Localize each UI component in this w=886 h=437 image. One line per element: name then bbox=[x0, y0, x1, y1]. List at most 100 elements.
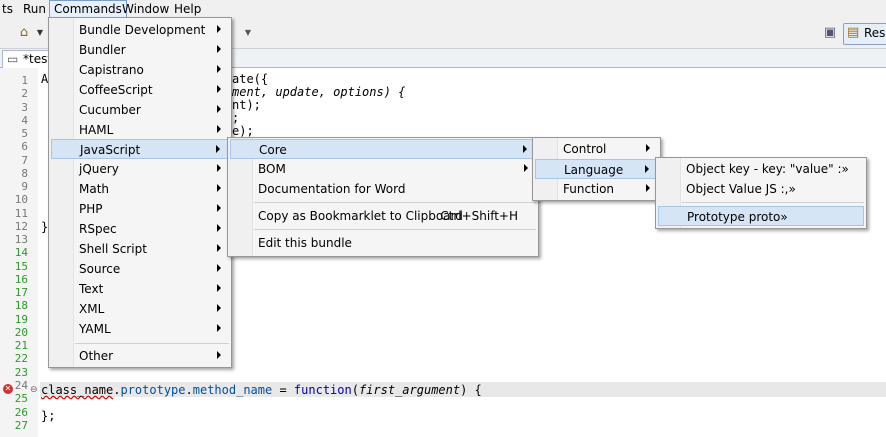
menu-item-label: Function bbox=[563, 182, 615, 196]
line-number: 16 bbox=[14, 272, 28, 286]
menu-item-label: Prototype proto» bbox=[687, 210, 788, 224]
menu-item-other[interactable]: Other bbox=[51, 346, 229, 366]
submenu-arrow-icon bbox=[217, 184, 221, 193]
line-number: 4 bbox=[21, 113, 28, 127]
submenu-arrow-icon bbox=[524, 164, 528, 172]
code-line-24: class_name.prototype.method_name = funct… bbox=[41, 384, 482, 397]
menu-item-label: Shell Script bbox=[79, 241, 147, 256]
line-number: 11 bbox=[14, 206, 28, 220]
menu-item-label: Edit this bundle bbox=[258, 236, 352, 250]
menu-item-label: Object key - key: "value" :» bbox=[686, 162, 849, 176]
line-number: 23 bbox=[14, 365, 28, 379]
menu-help[interactable]: Help bbox=[170, 1, 205, 17]
menu-item-label: Capistrano bbox=[79, 62, 144, 77]
code-token: ( bbox=[351, 383, 359, 397]
dropdown-arrow-icon[interactable]: ▼ bbox=[32, 25, 48, 41]
menu-item-control[interactable]: Control bbox=[535, 139, 658, 159]
menu-item-object-key[interactable]: Object key - key: "value" :» bbox=[658, 159, 864, 179]
line-number: 1 bbox=[21, 74, 28, 87]
menu-item-object-value[interactable]: Object Value JS :,» bbox=[658, 179, 864, 199]
core-submenu: Control Language Function bbox=[532, 137, 661, 201]
menu-item-label: JavaScript bbox=[80, 143, 141, 158]
menu-item-php[interactable]: PHP bbox=[51, 199, 229, 219]
submenu-arrow-icon bbox=[217, 283, 221, 292]
file-icon: ▭ bbox=[7, 52, 19, 66]
menu-item-label: RSpec bbox=[79, 222, 117, 236]
code-token: method_name bbox=[192, 383, 273, 397]
menu-item-core[interactable]: Core bbox=[230, 139, 536, 159]
menu-item-cucumber[interactable]: Cucumber bbox=[51, 100, 229, 120]
javascript-submenu: Core BOM Documentation for Word Copy as … bbox=[227, 137, 539, 257]
open-perspective-icon[interactable]: ▣ bbox=[822, 25, 838, 41]
menu-item-label: Object Value JS :,» bbox=[686, 182, 796, 196]
menu-item-math[interactable]: Math bbox=[51, 179, 229, 199]
error-marker-icon[interactable]: ✕ bbox=[3, 384, 13, 394]
menu-item-label: Language bbox=[564, 163, 624, 177]
menu-item-coffeescript[interactable]: CoffeeScript bbox=[51, 80, 229, 100]
submenu-arrow-icon bbox=[217, 263, 221, 272]
line-number: 17 bbox=[14, 286, 28, 300]
submenu-arrow-icon bbox=[523, 145, 527, 153]
menu-item-yaml[interactable]: YAML bbox=[51, 319, 229, 339]
new-project-icon[interactable]: ⌂ bbox=[16, 25, 32, 41]
submenu-arrow-icon bbox=[217, 204, 221, 213]
menu-item-capistrano[interactable]: Capistrano bbox=[51, 60, 229, 80]
menu-item-bundle-development[interactable]: Bundle Development bbox=[51, 20, 229, 40]
submenu-arrow-icon bbox=[217, 351, 221, 359]
menu-item-prototype[interactable]: Prototype proto» bbox=[658, 206, 864, 226]
menu-item-text[interactable]: Text bbox=[51, 279, 229, 299]
code-token: ) { bbox=[460, 383, 482, 397]
menu-item-label: Copy as Bookmarklet to Clipboard bbox=[258, 209, 463, 223]
menu-item-javascript[interactable]: JavaScript bbox=[51, 139, 229, 160]
menu-separator bbox=[75, 343, 229, 344]
line-number: 12 bbox=[14, 219, 28, 233]
dropdown-arrow-icon[interactable]: ▼ bbox=[240, 25, 256, 41]
submenu-arrow-icon bbox=[217, 44, 221, 53]
menu-item-function[interactable]: Function bbox=[535, 179, 658, 199]
menu-item-rspec[interactable]: RSpec bbox=[51, 219, 229, 239]
menu-bar: ts Run Commands Window Help bbox=[0, 0, 886, 18]
shortcut-label: Ctrl+Shift+H bbox=[440, 209, 518, 223]
menu-item-bom[interactable]: BOM bbox=[230, 159, 536, 179]
menu-item-haml[interactable]: HAML bbox=[51, 120, 229, 140]
menu-separator bbox=[682, 202, 864, 203]
submenu-arrow-icon bbox=[216, 145, 220, 154]
submenu-arrow-icon bbox=[645, 165, 649, 173]
language-submenu: Object key - key: "value" :» Object Valu… bbox=[655, 157, 867, 229]
menu-file-tail[interactable]: ts bbox=[0, 1, 17, 17]
menu-commands[interactable]: Commands bbox=[49, 0, 127, 18]
menu-item-source[interactable]: Source bbox=[51, 259, 229, 279]
submenu-arrow-icon bbox=[217, 104, 221, 113]
menu-item-xml[interactable]: XML bbox=[51, 299, 229, 319]
menu-item-documentation[interactable]: Documentation for Word bbox=[230, 179, 536, 199]
menu-item-copy-bookmarklet[interactable]: Copy as Bookmarklet to Clipboard Ctrl+Sh… bbox=[230, 206, 536, 226]
line-number: 6 bbox=[21, 140, 28, 154]
menu-separator bbox=[254, 229, 536, 230]
menu-item-shell-script[interactable]: Shell Script bbox=[51, 239, 229, 259]
line-number: 14 bbox=[14, 246, 28, 260]
menu-window[interactable]: Window bbox=[118, 1, 173, 17]
line-number: 22 bbox=[14, 352, 28, 366]
submenu-arrow-icon bbox=[217, 25, 221, 33]
submenu-arrow-icon bbox=[217, 164, 221, 173]
menu-item-jquery[interactable]: jQuery bbox=[51, 159, 229, 179]
submenu-arrow-icon bbox=[217, 224, 221, 232]
menu-run[interactable]: Run bbox=[19, 1, 50, 17]
menu-item-label: Control bbox=[563, 142, 607, 156]
menu-item-label: Source bbox=[79, 261, 121, 276]
menu-item-label: Bundler bbox=[79, 42, 126, 57]
menu-item-label: jQuery bbox=[79, 162, 119, 177]
menu-item-language[interactable]: Language bbox=[535, 159, 658, 179]
fold-toggle-icon[interactable]: ⊖ bbox=[30, 385, 38, 395]
perspective-button[interactable]: ▤ Reso bbox=[843, 23, 886, 45]
menu-item-label: Core bbox=[259, 143, 287, 157]
line-number: 15 bbox=[14, 259, 28, 273]
menu-item-bundler[interactable]: Bundler bbox=[51, 40, 229, 60]
line-number: 26 bbox=[14, 405, 28, 419]
menu-item-edit-bundle[interactable]: Edit this bundle bbox=[230, 233, 536, 253]
line-number: 9 bbox=[21, 180, 28, 194]
line-number: 27 bbox=[14, 418, 28, 432]
code-token: . bbox=[185, 383, 193, 397]
submenu-arrow-icon bbox=[217, 64, 221, 73]
folder-icon: ▤ bbox=[847, 25, 860, 40]
